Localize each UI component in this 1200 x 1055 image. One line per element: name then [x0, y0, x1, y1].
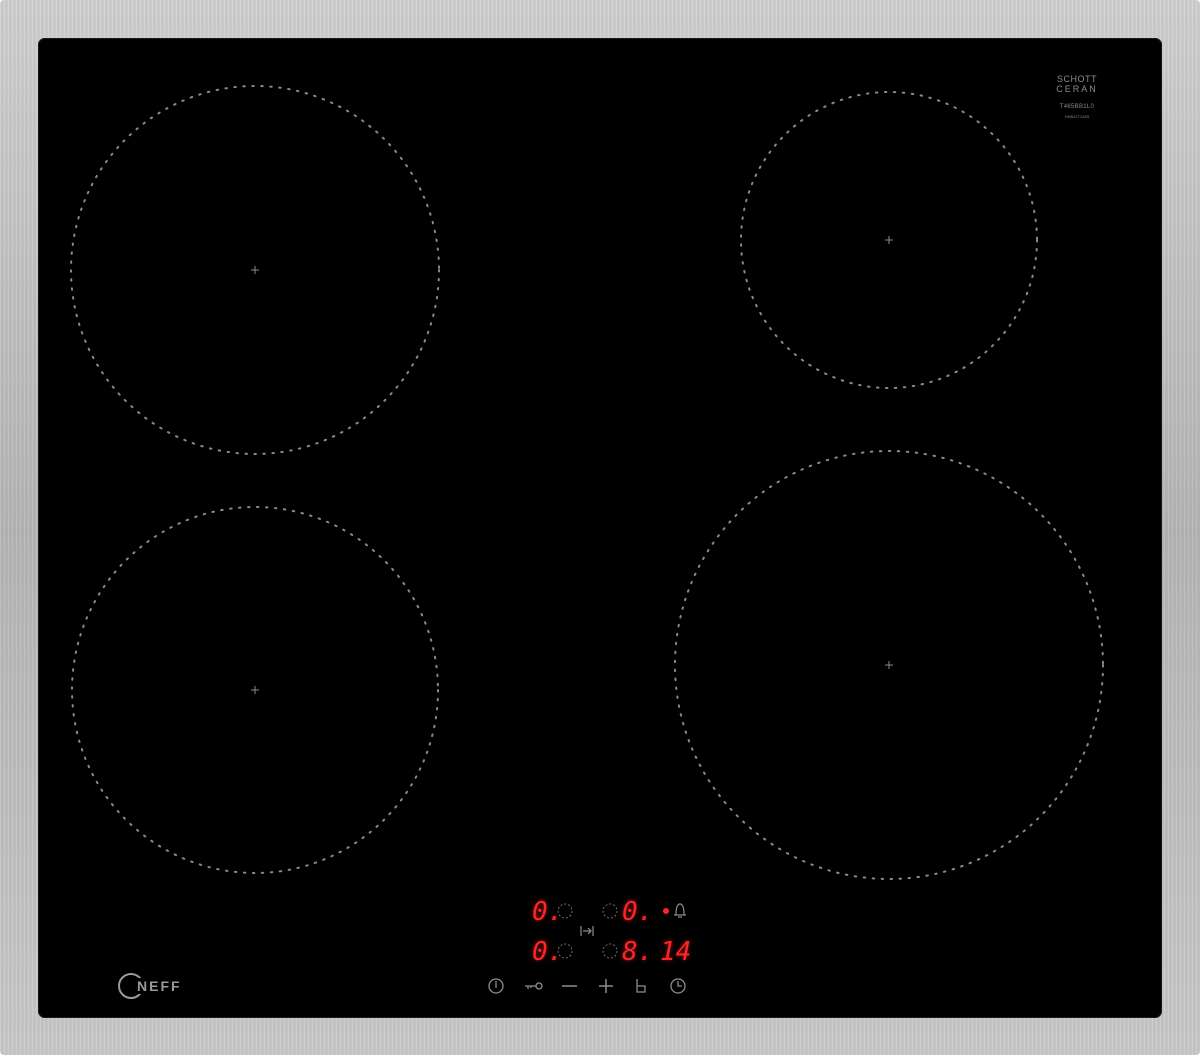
zone-center-mark-back-left	[251, 266, 259, 274]
zone-center-mark-front-left	[251, 686, 259, 694]
key-lock-icon[interactable]	[525, 982, 543, 990]
logo-line-schott: SCHOTT	[1057, 74, 1097, 84]
zone-link-icon	[580, 926, 594, 936]
cooking-zones	[70, 85, 1104, 994]
display-timer: 14	[660, 937, 692, 967]
alarm-indicator-dot	[663, 908, 669, 914]
zone-select-icon[interactable]	[636, 979, 646, 993]
logo-line-ceran: CERAN	[1056, 84, 1098, 94]
zone-indicator-icon-top-right	[602, 903, 618, 919]
plus-icon[interactable]	[599, 979, 613, 993]
zone-indicator-icon-bottom-right	[602, 943, 618, 959]
display-bottom-right: 8.	[622, 937, 654, 967]
neff-brand-text: NEFF	[135, 978, 182, 994]
power-icon[interactable]	[488, 978, 504, 994]
neff-logo: NEFF	[118, 971, 182, 1001]
display-bottom-left: 0.	[532, 937, 564, 967]
bell-icon[interactable]	[674, 903, 686, 918]
display-top-left: 0.	[532, 897, 564, 927]
display-top-right: 0.	[622, 897, 654, 927]
schott-ceran-logo: SCHOTT CERAN T465BB1L0 HHB1271A25	[1046, 74, 1108, 122]
model-number: T465BB1L0	[1059, 104, 1095, 110]
serial-number: HHB1271A25	[1064, 114, 1090, 119]
zone-center-mark-back-right	[885, 236, 893, 244]
clock-icon[interactable]	[670, 978, 686, 994]
zone-center-mark-front-right	[885, 661, 893, 669]
